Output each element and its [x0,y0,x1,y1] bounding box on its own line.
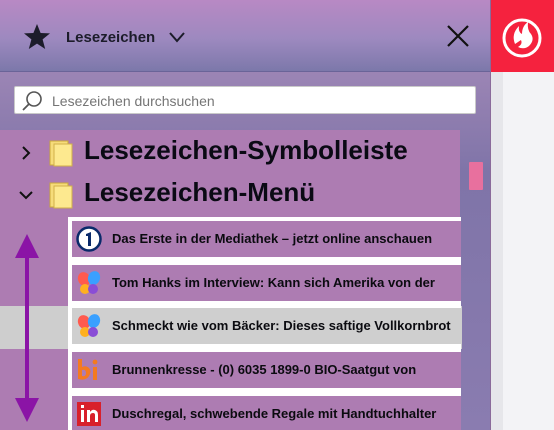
chevron-right-icon[interactable] [18,145,34,161]
butterfly-icon [77,314,101,337]
main-content-border [491,72,503,430]
chevron-down-icon[interactable] [18,187,34,203]
search-field[interactable] [14,86,476,114]
bookmark-item[interactable]: Tom Hanks im Interview: Kann sich Amerik… [72,265,461,301]
star-icon [24,24,50,49]
ard-icon [76,226,102,252]
bookmark-item[interactable]: Duschregal, schwebende Regale mit Handtu… [72,396,461,430]
in-icon [77,402,101,426]
bookmark-item[interactable]: Das Erste in der Mediathek – jetzt onlin… [72,221,461,257]
bookmark-label: Tom Hanks im Interview: Kann sich Amerik… [112,275,435,290]
close-icon[interactable] [444,22,472,50]
bookmark-item-hovered[interactable]: Schmeckt wie vom Bäcker: Dieses saftige … [72,308,461,344]
sidebar-title[interactable]: Lesezeichen [66,29,155,46]
search-input[interactable] [52,93,452,109]
bookmark-list: Das Erste in der Mediathek – jetzt onlin… [68,217,461,430]
tree-folder-menu[interactable]: Lesezeichen-Menü [0,174,460,214]
flame-logo-icon [502,18,542,58]
scrollbar-thumb[interactable] [469,162,483,190]
bookmark-item[interactable]: Brunnenkresse - (0) 6035 1899-0 BIO-Saat… [72,352,461,388]
bookmarks-sidebar: Lesezeichen Lesezeichen-Symbolleiste [0,0,491,430]
bookmark-label: Brunnenkresse - (0) 6035 1899-0 BIO-Saat… [112,362,417,377]
tree-folder-toolbar[interactable]: Lesezeichen-Symbolleiste [0,132,460,172]
tree-folder-label: Lesezeichen-Symbolleiste [84,135,408,165]
bi-icon [78,359,98,380]
bookmark-label: Duschregal, schwebende Regale mit Handtu… [112,406,437,421]
folder-icon [49,182,73,209]
bookmark-label: Das Erste in der Mediathek – jetzt onlin… [112,231,433,246]
tree-folder-label: Lesezeichen-Menü [84,177,316,207]
butterfly-icon [77,271,101,294]
search-icon [22,91,42,111]
double-arrow-annotation [15,234,39,422]
sidebar-header: Lesezeichen [0,0,490,72]
app-tile[interactable] [491,0,554,72]
chevron-down-icon[interactable] [168,30,186,44]
folder-icon [49,140,73,167]
bookmark-label: Schmeckt wie vom Bäcker: Dieses saftige … [112,318,451,333]
